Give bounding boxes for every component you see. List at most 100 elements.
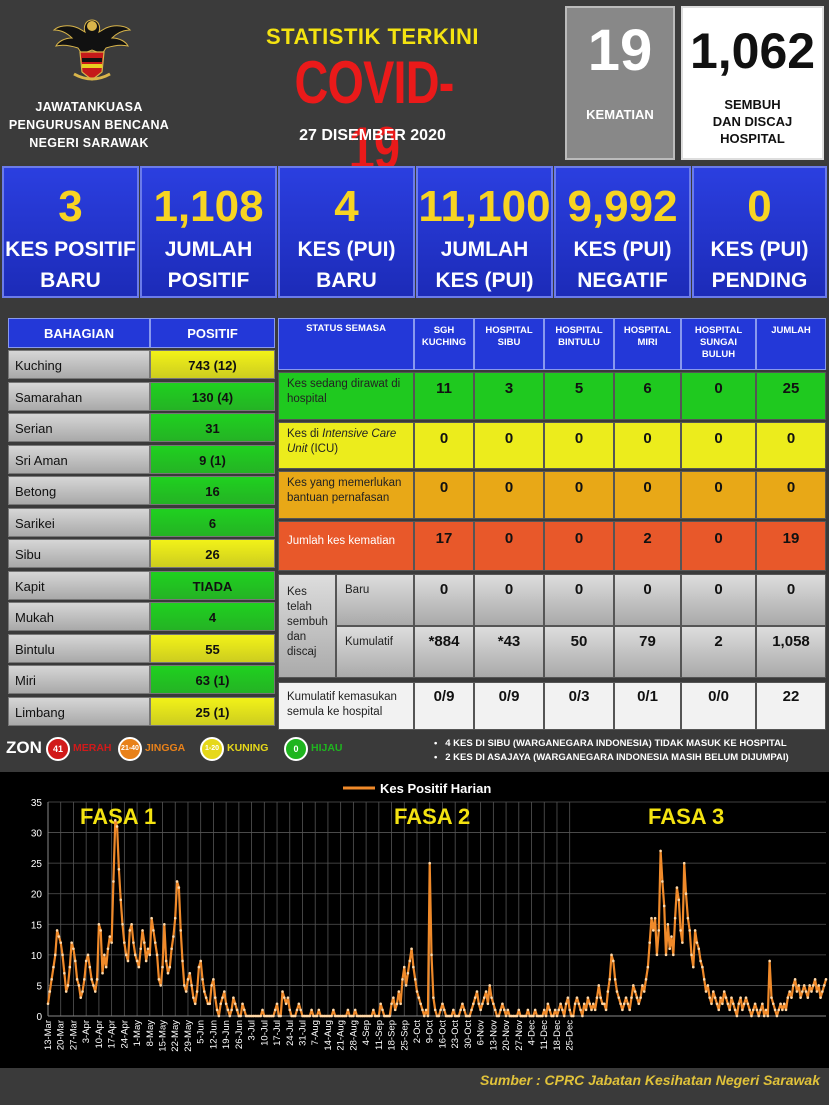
data-point bbox=[499, 1008, 502, 1012]
data-point bbox=[175, 880, 179, 883]
deaths-value: 19 bbox=[587, 18, 653, 83]
data-point bbox=[186, 978, 190, 981]
data-point bbox=[413, 978, 417, 981]
data-point bbox=[199, 959, 202, 963]
data-point bbox=[372, 1008, 375, 1012]
data-point bbox=[768, 959, 771, 963]
chart-svg: Kes Positif Harian0510152025303513-Mar 20… bbox=[31, 781, 828, 1052]
data-point bbox=[233, 1002, 237, 1006]
data-point bbox=[166, 971, 170, 975]
data-point bbox=[419, 1002, 422, 1006]
data-point bbox=[682, 861, 686, 865]
status-row: Jumlah kes kematian 17 0 0 2 0 19 bbox=[278, 521, 826, 571]
readmit-value: 0/0 bbox=[681, 682, 756, 730]
data-point bbox=[110, 941, 113, 944]
division-row: Betong 16 bbox=[0, 476, 280, 505]
hospital-table-header: STATUS SEMASA SGH KUCHING HOSPITAL SIBU HOS… bbox=[278, 318, 826, 370]
data-point bbox=[433, 1008, 437, 1012]
data-point bbox=[61, 953, 64, 957]
division-positive: 26 bbox=[150, 539, 275, 568]
data-point bbox=[406, 971, 410, 975]
summary-value: 11,100 bbox=[418, 182, 551, 231]
data-point bbox=[615, 990, 619, 993]
data-point bbox=[764, 1008, 768, 1012]
recovered-value: *884 bbox=[414, 626, 474, 678]
data-point bbox=[115, 825, 119, 828]
data-point bbox=[719, 996, 722, 999]
x-tick-label: 3-Apr bbox=[81, 1020, 92, 1043]
status-value: 3 bbox=[474, 372, 544, 420]
summary-value: 4 bbox=[334, 182, 359, 231]
data-point bbox=[421, 1008, 424, 1012]
status-value: 0 bbox=[544, 521, 614, 571]
status-label-text: Jumlah kes kematian bbox=[287, 535, 396, 547]
data-point bbox=[819, 996, 822, 999]
data-point bbox=[297, 1002, 301, 1006]
data-point bbox=[822, 984, 826, 987]
data-point bbox=[593, 1008, 597, 1012]
data-point bbox=[317, 1008, 321, 1012]
data-point bbox=[493, 1008, 497, 1012]
data-point bbox=[330, 1014, 333, 1018]
data-point bbox=[353, 1008, 357, 1012]
data-point bbox=[468, 1014, 472, 1018]
data-point bbox=[621, 1008, 624, 1012]
data-point bbox=[553, 1008, 557, 1012]
data-point bbox=[243, 1008, 246, 1012]
data-point bbox=[746, 1002, 750, 1006]
data-point bbox=[295, 1008, 299, 1012]
title-statistik: STATISTIK TERKINI bbox=[265, 24, 479, 49]
x-tick-label: 30-Oct bbox=[463, 1020, 474, 1049]
x-tick-label: 14-Aug bbox=[323, 1020, 334, 1051]
data-point bbox=[622, 1002, 626, 1006]
division-name: Bintulu bbox=[8, 633, 150, 663]
division-positive: 63 (1) bbox=[150, 665, 275, 694]
data-point bbox=[181, 959, 184, 963]
status-value: 25 bbox=[756, 372, 826, 420]
x-tick-label: 10-Jul bbox=[259, 1020, 270, 1046]
recovered-sublabel: Baru bbox=[336, 574, 414, 626]
y-tick-label: 25 bbox=[31, 859, 43, 870]
data-point bbox=[228, 1014, 232, 1018]
data-point bbox=[170, 947, 173, 951]
data-point bbox=[526, 1008, 530, 1012]
data-point bbox=[437, 1014, 441, 1018]
hospital-column-header: HOSPITAL MIRI bbox=[614, 318, 681, 370]
data-point bbox=[737, 1002, 741, 1006]
x-tick-label: 19-Jun bbox=[221, 1020, 232, 1049]
data-point bbox=[259, 1014, 262, 1018]
data-point bbox=[770, 996, 773, 999]
zone-name: KUNING bbox=[227, 742, 269, 754]
division-row: Bintulu 55 bbox=[0, 633, 280, 663]
data-point bbox=[108, 935, 112, 938]
data-point bbox=[637, 1002, 641, 1006]
data-point bbox=[63, 971, 66, 975]
status-value: 0 bbox=[681, 422, 756, 469]
data-point bbox=[713, 996, 717, 999]
recovered-value: 0 bbox=[474, 574, 544, 626]
data-point bbox=[408, 959, 412, 963]
x-tick-label: 27-Mar bbox=[68, 1020, 79, 1050]
data-point bbox=[284, 1002, 288, 1006]
hospital-column-label: HOSPITAL bbox=[694, 325, 743, 336]
data-point bbox=[501, 1002, 504, 1006]
data-point bbox=[275, 1002, 279, 1006]
data-point bbox=[821, 990, 824, 993]
recovered-label-text: dan bbox=[287, 631, 307, 643]
readmit-value: 22 bbox=[756, 682, 826, 730]
data-point bbox=[224, 1002, 228, 1006]
y-tick-label: 15 bbox=[31, 920, 43, 931]
x-tick-label: 15-May bbox=[158, 1020, 169, 1052]
data-point bbox=[488, 984, 492, 987]
summary-label: KES (PUI) bbox=[297, 238, 396, 261]
data-point bbox=[566, 996, 570, 999]
status-value: 0 bbox=[756, 422, 826, 469]
hospital-column-header: HOSPITAL BINTULU bbox=[544, 318, 614, 370]
data-point bbox=[666, 922, 670, 926]
data-point bbox=[790, 996, 793, 999]
division-positive: 4 bbox=[150, 602, 275, 631]
data-point bbox=[459, 1008, 462, 1012]
zone-legend: ZON 41 MERAH 21-40 JINGGA 1-20 KUNING 0 HIJAU •… bbox=[0, 734, 829, 766]
data-point bbox=[546, 1002, 550, 1006]
status-row: Kes di Intensive Care Unit (ICU) 0 0 0 0 0 0 bbox=[278, 422, 826, 469]
